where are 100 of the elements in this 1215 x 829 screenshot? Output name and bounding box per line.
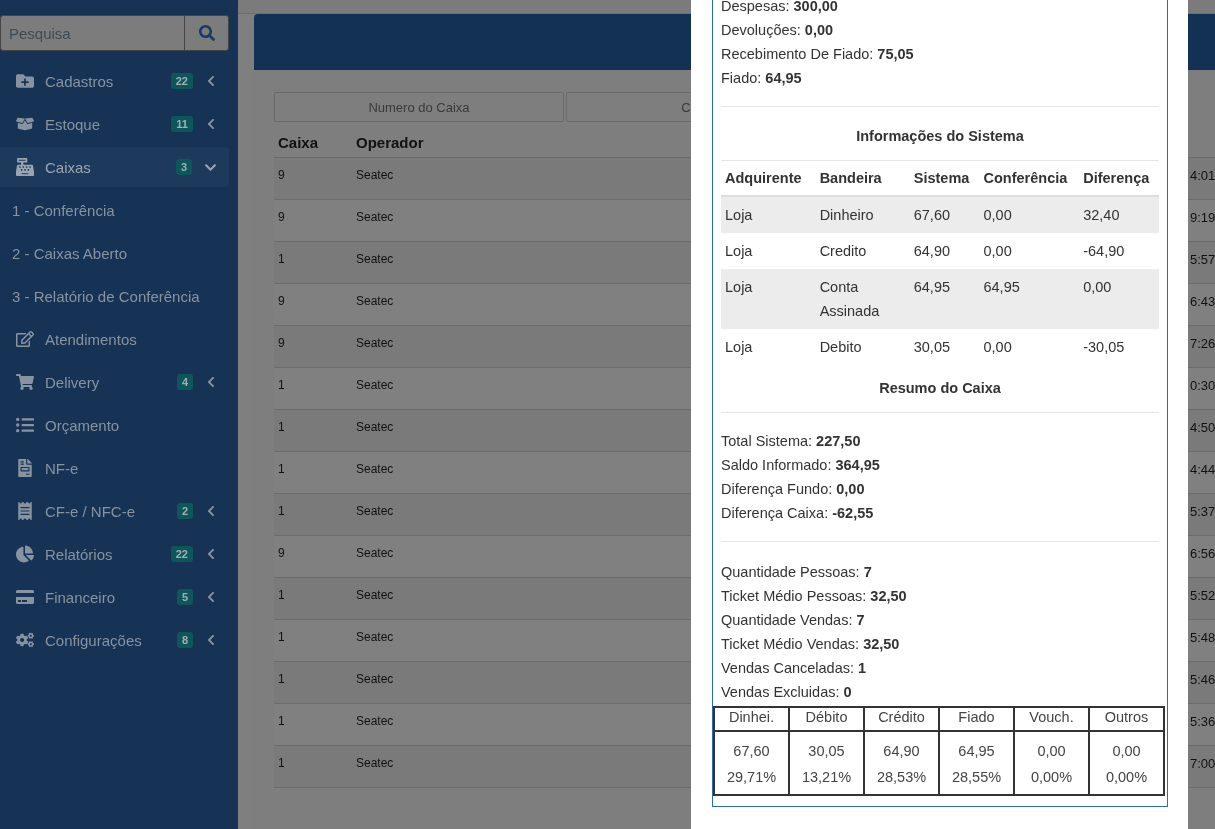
table-cell: 1 [274,494,352,536]
menu-label: CF-e / NFC-e [45,502,136,520]
count-badge: 11 [171,116,193,132]
menu-label: Configurações [45,631,143,649]
table-cell: Conta Assinada [815,269,910,329]
submenu-item[interactable]: 1 - Conferência [0,190,238,230]
menu-label: Relatórios [45,545,114,563]
count-badge: 2 [176,503,193,519]
summary-line: Saldo Informado: 364,95 [721,457,880,473]
edit-icon [16,330,34,348]
card-icon [16,588,34,606]
table-header-cell: Fiado [939,707,1014,731]
summary-line: Despesas: 300,00 [721,0,838,14]
menu-label: Delivery [45,373,101,391]
table-cell: 4:50 [1190,410,1215,452]
filter-field[interactable]: Numero do Caixa [274,92,564,122]
menu-item[interactable]: Delivery 4 [0,362,229,402]
table-header-cell: Vouch. [1014,707,1089,731]
cash-register-icon [16,158,34,176]
menu-item[interactable]: Orçamento [0,405,229,445]
count-badge: 22 [170,546,193,562]
search-button[interactable] [184,15,229,51]
summary-line: Fiado: 64,95 [721,70,802,86]
count-badge: 22 [170,73,193,89]
menu-label: Cadastros [45,72,115,90]
menu-item[interactable]: CF-e / NFC-e 2 [0,491,229,531]
folder-plus-icon [16,72,34,90]
table-cell: 1 [274,410,352,452]
payment-percent: 28,53% [875,768,928,787]
menu-item[interactable]: Configurações 8 [0,620,229,660]
menu-item[interactable]: Cadastros 22 [0,61,229,101]
receipt-icon [16,502,34,520]
table-cell: 64,95 [909,269,980,329]
menu-label: Estoque [45,115,102,133]
summary-line: Quantidade Pessoas: 7 [721,564,872,580]
table-cell: 0,00 [1079,269,1159,329]
table-header-cell: Dinhei. [714,707,789,731]
table-header-cell: Débito [789,707,864,731]
table-cell: 5:52 [1190,578,1215,620]
table-cell: 1 [274,578,352,620]
menu-item[interactable]: Estoque 11 [0,104,229,144]
table-cell: 7:00 [1190,746,1215,788]
table-header-cell: Outros [1089,707,1164,731]
menu-label: NF-e [45,459,80,477]
menu-label: Financeiro [45,588,117,606]
menu-label: Caixas [45,158,92,176]
submenu-item[interactable]: 2 - Caixas Aberto [0,233,238,273]
gears-icon [16,631,34,649]
summary-line: Ticket Médio Vendas: 32,50 [721,636,900,652]
table-cell: 64,95 [979,269,1080,329]
table-cell: 1 [274,242,352,284]
table-cell: 5:46 [1190,662,1215,704]
table-cell: 64,90 [909,233,980,269]
table-cell: -64,90 [1079,233,1159,269]
summary-line: Vendas Excluidas: 0 [721,684,852,700]
table-cell: 1 [274,746,352,788]
pie-chart-icon [16,545,34,563]
summary-line: Diferença Caixa: -62,55 [721,505,874,521]
table-cell: Loja [721,233,816,269]
menu-label: Atendimentos [45,330,138,348]
payment-percent: 0,00% [1104,768,1149,787]
summary-line: Ticket Médio Pessoas: 32,50 [721,588,907,604]
cart-icon [16,373,34,391]
menu-item[interactable]: Financeiro 5 [0,577,229,617]
table-cell: 1 [274,662,352,704]
table-cell: 5:37 [1190,494,1215,536]
count-badge: 4 [176,374,193,390]
section-title: Informações do Sistema [855,127,1025,146]
menu-label: Orçamento [45,416,121,434]
payment-percent: 13,21% [800,768,853,787]
submenu-item[interactable]: 3 - Relatório de Conferência [0,276,238,316]
table-cell: Credito [815,233,910,269]
menu-item[interactable]: Relatórios 22 [0,534,229,574]
section-title: Resumo do Caixa [878,379,1002,398]
table-cell: 4:01 [1190,158,1215,200]
table-cell: 9 [274,326,352,368]
table-cell: Loja [721,269,816,329]
payment-percent: 0,00% [1029,768,1074,787]
payment-percent: 29,71% [725,768,778,787]
count-badge: 8 [176,632,193,648]
summary-line: Recebimento De Fiado: 75,05 [721,46,914,62]
menu-item[interactable]: Atendimentos [0,319,229,359]
list-icon [16,416,34,434]
summary-line: Devoluções: 0,00 [721,22,834,38]
table-cell: 5:57 [1190,242,1215,284]
count-badge: 3 [175,159,192,175]
count-badge: 5 [176,589,193,605]
summary-line: Vendas Canceladas: 1 [721,660,867,676]
summary-line: Total Sistema: 227,50 [721,433,861,449]
table-cell: 0,00 [979,196,1080,233]
search-icon [198,25,215,41]
table-cell: 0,00 [979,233,1080,269]
box-icon [16,115,34,133]
menu-item[interactable]: Caixas 3 [0,147,229,187]
table-cell: 67,60 [909,196,980,233]
menu-item[interactable]: NF-e [0,448,229,488]
search-field[interactable]: Pesquisa [0,15,184,51]
table-cell: Loja [721,196,816,233]
table-cell: 9 [274,158,352,200]
table-cell: Dinheiro [815,196,910,233]
